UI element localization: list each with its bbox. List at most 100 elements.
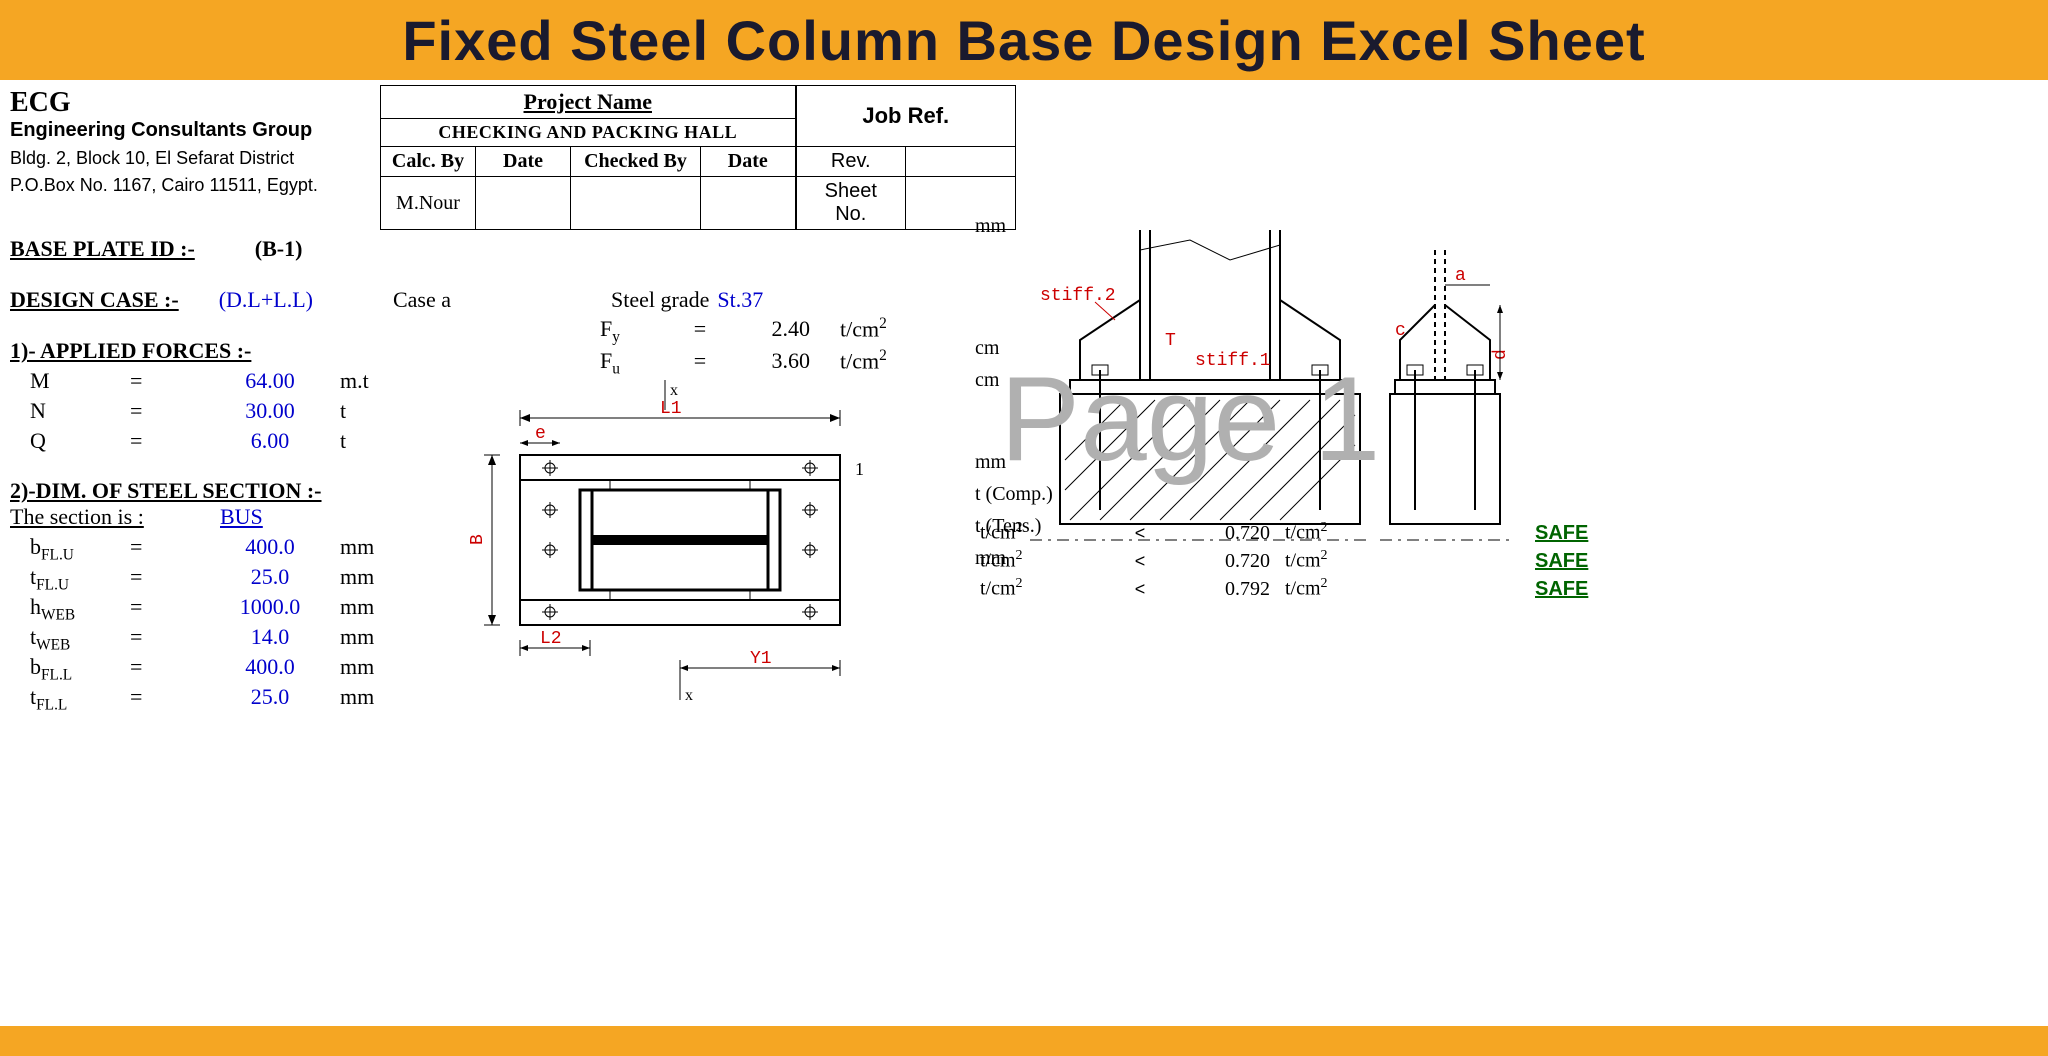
res-op-1: < — [1100, 551, 1180, 572]
l2-label: L2 — [540, 629, 562, 649]
project-name: CHECKING AND PACKING HALL — [381, 119, 796, 147]
banner-title: Fixed Steel Column Base Design Excel She… — [402, 8, 1645, 73]
res-lim-1: 0.720 — [1180, 550, 1270, 573]
company-addr1: Bldg. 2, Block 10, El Sefarat District — [10, 142, 380, 169]
force-n-sym: N — [30, 398, 130, 424]
dim-sym-4: bFL.L — [30, 654, 130, 684]
res-unit1-2: t/cm2 — [980, 576, 1100, 601]
fy-symbol: Fy — [600, 316, 670, 346]
res-unit1-0: t/cm2 — [980, 520, 1100, 545]
force-q-eq: = — [130, 428, 220, 454]
case-text: Case a — [393, 287, 451, 313]
stiff1-label: stiff.1 — [1195, 351, 1271, 371]
plan-svg: x L1 e B — [460, 380, 920, 720]
date-val — [476, 177, 571, 230]
res-unit2-1: t/cm2 — [1285, 548, 1365, 573]
res-unit2-0: t/cm2 — [1285, 520, 1365, 545]
title-banner: Fixed Steel Column Base Design Excel She… — [0, 0, 2048, 80]
l1-label: L1 — [660, 399, 682, 419]
calc-by-label: Calc. By — [381, 147, 476, 177]
force-m-unit: m.t — [340, 368, 369, 394]
results-block: t/cm2 < 0.720 t/cm2 SAFE t/cm2 < 0.720 t… — [980, 520, 1588, 604]
d-label: d — [1491, 349, 1511, 360]
dim-unit-0: mm — [340, 534, 374, 560]
row-1-label: 1 — [855, 459, 864, 479]
company-addr2: P.O.Box No. 1167, Cairo 11511, Egypt. — [10, 169, 380, 196]
sheet-no-label: Sheet No. — [796, 177, 906, 230]
design-case-value: (D.L+L.L) — [219, 287, 313, 313]
checked-by-val — [571, 177, 701, 230]
x-top: x — [670, 382, 678, 399]
dim-unit-2: mm — [340, 594, 374, 620]
dim-val-1: 25.0 — [220, 564, 320, 590]
force-n-val: 30.00 — [220, 398, 320, 424]
force-q-val: 6.00 — [220, 428, 320, 454]
material-props: Fy = 2.40 t/cm2 Fu = 3.60 t/cm2 — [600, 315, 887, 379]
y1-label: Y1 — [750, 649, 772, 669]
header-row: ECG Engineering Consultants Group Bldg. … — [10, 85, 2038, 230]
a-label: a — [1455, 266, 1466, 286]
dim-unit-5: mm — [340, 684, 374, 710]
dim-val-5: 25.0 — [220, 684, 320, 710]
T-label: T — [1165, 331, 1176, 351]
fy-unit: t/cm2 — [840, 315, 887, 342]
res-status-0: SAFE — [1535, 522, 1588, 545]
force-q-unit: t — [340, 428, 346, 454]
fu-row: Fu = 3.60 t/cm2 — [600, 347, 887, 379]
result-row-1: t/cm2 < 0.720 t/cm2 SAFE — [980, 548, 1588, 576]
dim-val-4: 400.0 — [220, 654, 320, 680]
dim-row-5: tFL.L = 25.0 mm — [30, 684, 2038, 714]
fu-unit: t/cm2 — [840, 347, 887, 374]
fu-value: 3.60 — [730, 348, 810, 374]
result-row-0: t/cm2 < 0.720 t/cm2 SAFE — [980, 520, 1588, 548]
dim-unit-4: mm — [340, 654, 374, 680]
fy-value: 2.40 — [730, 316, 810, 342]
sheet-content: ECG Engineering Consultants Group Bldg. … — [0, 80, 2048, 714]
dim-sym-1: tFL.U — [30, 564, 130, 594]
res-unit2-2: t/cm2 — [1285, 576, 1365, 601]
dim-sym-0: bFL.U — [30, 534, 130, 564]
force-q-sym: Q — [30, 428, 130, 454]
fu-symbol: Fu — [600, 348, 670, 378]
res-status-2: SAFE — [1535, 578, 1588, 601]
dim-val-0: 400.0 — [220, 534, 320, 560]
header-table: Project Name Job Ref. CHECKING AND PACKI… — [380, 85, 1016, 230]
e-label: e — [535, 424, 546, 444]
footer-bar — [0, 1026, 2048, 1056]
side-right: a c d — [1380, 250, 1511, 540]
side-left: stiff.2 stiff.1 T — [1030, 230, 1370, 540]
date-label: Date — [476, 147, 571, 177]
force-n-unit: t — [340, 398, 346, 424]
res-lim-0: 0.720 — [1180, 522, 1270, 545]
section-label: The section is : — [10, 504, 220, 530]
force-n-eq: = — [130, 398, 220, 424]
date2-val — [701, 177, 796, 230]
res-op-0: < — [1100, 523, 1180, 544]
plate-id: (B-1) — [255, 236, 303, 262]
rev-value — [906, 147, 1016, 177]
fu-eq: = — [670, 348, 730, 374]
force-m-sym: M — [30, 368, 130, 394]
dim-sym-2: hWEB — [30, 594, 130, 624]
section-type: BUS — [220, 504, 263, 530]
force-m-eq: = — [130, 368, 220, 394]
rev-label: Rev. — [796, 147, 906, 177]
date2-label: Date — [701, 147, 796, 177]
steel-grade-label: Steel grade — [611, 287, 709, 313]
res-status-1: SAFE — [1535, 550, 1588, 573]
result-row-2: t/cm2 < 0.792 t/cm2 SAFE — [980, 576, 1588, 604]
dim-sym-5: tFL.L — [30, 684, 130, 714]
x-bot: x — [685, 687, 693, 704]
steel-grade: St.37 — [717, 287, 763, 313]
checked-by-label: Checked By — [571, 147, 701, 177]
company-block: ECG Engineering Consultants Group Bldg. … — [10, 85, 380, 230]
c-label: c — [1395, 321, 1406, 341]
dim-unit-1: mm — [340, 564, 374, 590]
fy-eq: = — [670, 316, 730, 342]
dim-unit-3: mm — [340, 624, 374, 650]
force-m-val: 64.00 — [220, 368, 320, 394]
calc-by: M.Nour — [381, 177, 476, 230]
project-name-label: Project Name — [381, 86, 796, 119]
dim-sym-3: tWEB — [30, 624, 130, 654]
dim-val-3: 14.0 — [220, 624, 320, 650]
